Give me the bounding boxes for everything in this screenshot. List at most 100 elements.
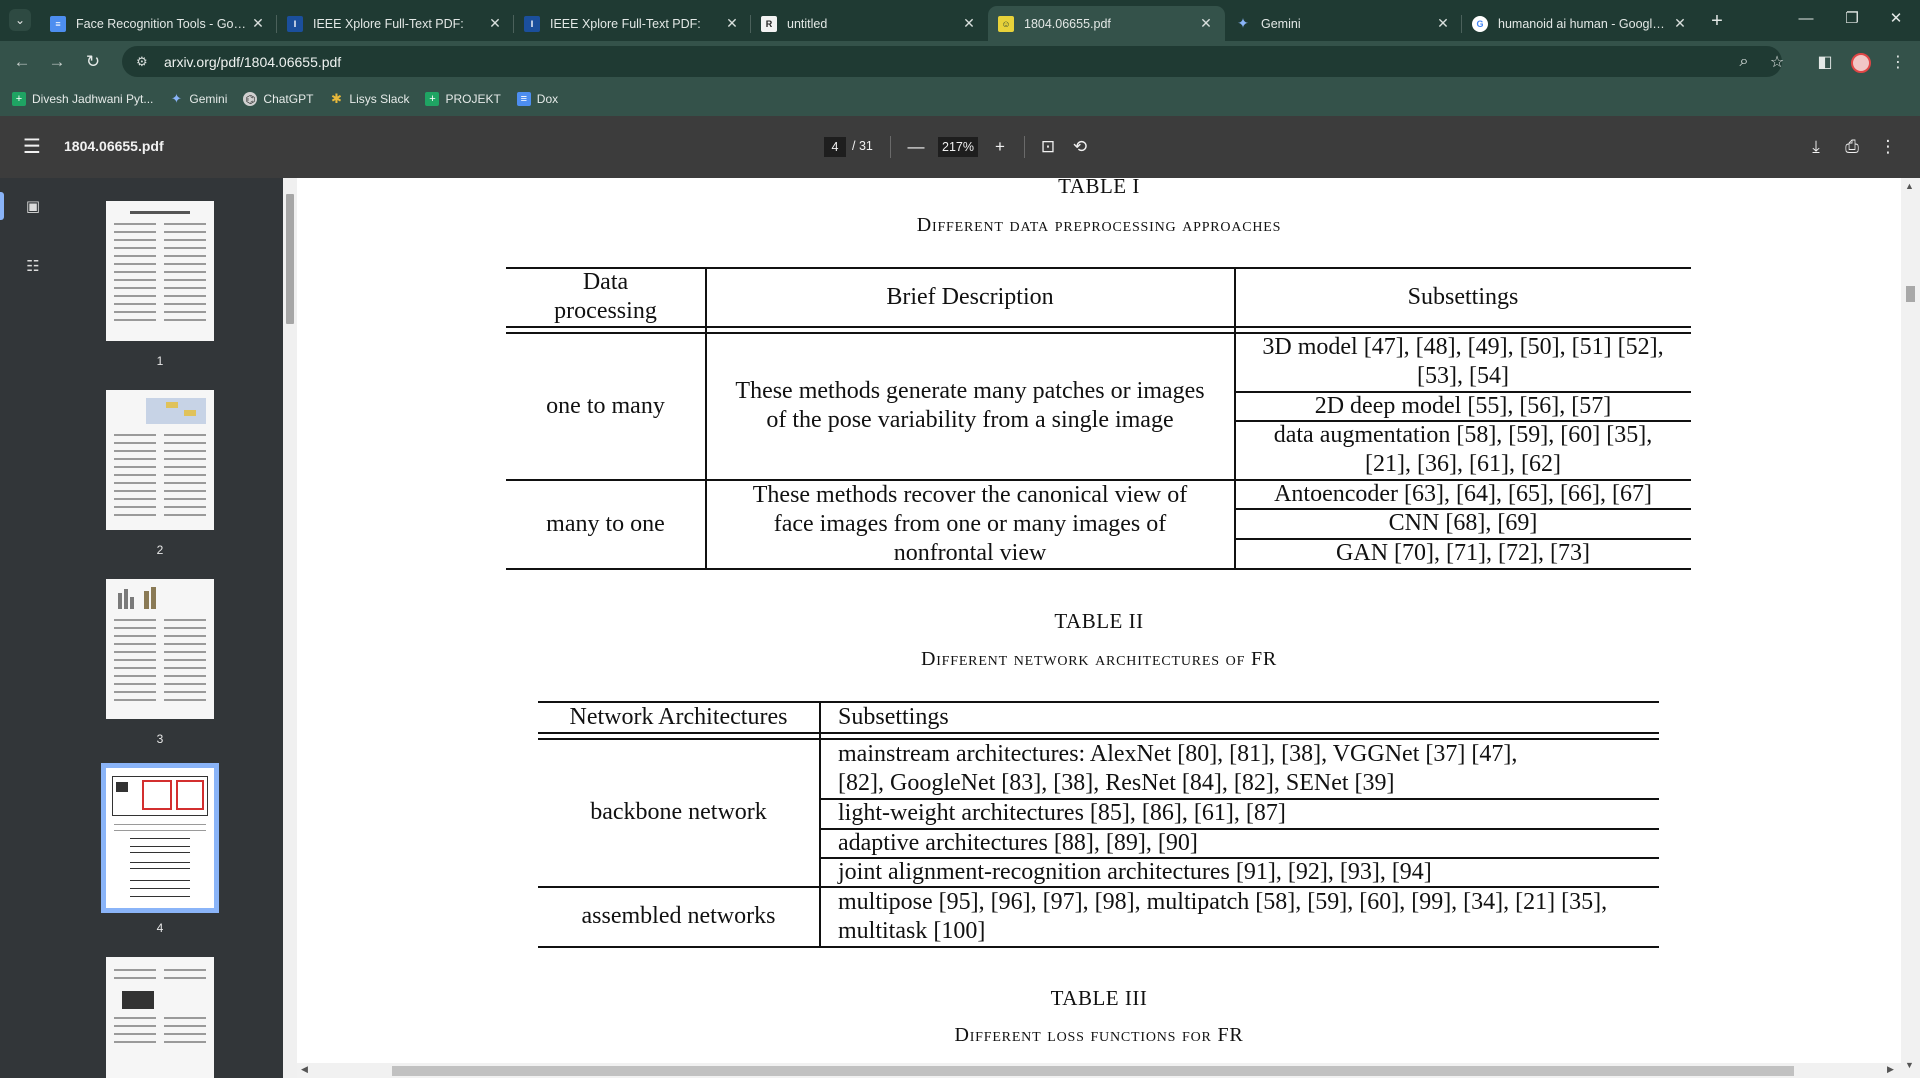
- close-icon[interactable]: ✕: [723, 15, 741, 33]
- page-thumbnail-4-selected[interactable]: [101, 763, 219, 913]
- magnifier-icon: ⌕: [1739, 53, 1749, 70]
- tab-ieee-xplore-1[interactable]: I IEEE Xplore Full-Text PDF: ✕: [277, 6, 514, 41]
- tab-strip: ⌄ ≡ Face Recognition Tools - Googl ✕ I I…: [0, 0, 1920, 41]
- bookmark-divesh[interactable]: + Divesh Jadhwani Pyt...: [12, 92, 153, 106]
- sidebar-scrollbar[interactable]: [283, 178, 297, 1078]
- page-thumbnail-2[interactable]: [106, 390, 214, 530]
- close-icon[interactable]: ✕: [486, 15, 504, 33]
- bookmark-label: Divesh Jadhwani Pyt...: [32, 92, 154, 106]
- bookmark-dox[interactable]: ≡ Dox: [516, 92, 559, 106]
- table-2-header-subsettings: Subsettings: [838, 703, 949, 730]
- url-text: arxiv.org/pdf/1804.06655.pdf: [164, 53, 342, 70]
- gemini-icon: ✦: [170, 91, 182, 106]
- table-1-row-1-subsetting-1: 3D model [47], [48], [49], [50], [51] [5…: [1262, 334, 1664, 389]
- close-window-button[interactable]: ✕: [1870, 0, 1920, 36]
- thumbnail-label: 2: [156, 543, 164, 557]
- zoom-indicator-button[interactable]: ⌕: [1730, 48, 1758, 76]
- table-3-caption: TABLE III: [1050, 986, 1148, 1010]
- sidebar-toggle-button[interactable]: ☰: [20, 134, 44, 158]
- print-button[interactable]: ⎙: [1838, 133, 1866, 161]
- ieee-icon: I: [287, 15, 303, 32]
- table-1-row-1-category: one to many: [546, 392, 665, 419]
- restore-icon: ❐: [1845, 10, 1859, 27]
- bookmark-projekt[interactable]: + PROJEKT: [425, 92, 501, 106]
- bookmark-label: Dox: [536, 92, 559, 106]
- scroll-right-arrow-icon[interactable]: ▶: [1887, 1064, 1894, 1075]
- new-tab-button[interactable]: +: [1704, 8, 1730, 34]
- tab-ieee-xplore-2[interactable]: I IEEE Xplore Full-Text PDF: ✕: [514, 6, 751, 41]
- close-icon[interactable]: ✕: [1671, 15, 1689, 33]
- forward-button[interactable]: →: [43, 48, 71, 76]
- bookmark-gemini[interactable]: ✦ Gemini: [169, 91, 227, 106]
- tab-face-recognition-tools[interactable]: ≡ Face Recognition Tools - Googl ✕: [40, 6, 277, 41]
- bookmark-star-button[interactable]: ☆: [1763, 48, 1791, 76]
- thumbnail-icon: ▣: [25, 198, 41, 215]
- outline-tab[interactable]: ☷: [0, 246, 66, 286]
- minimize-button[interactable]: —: [1780, 0, 1832, 36]
- bookmark-chatgpt[interactable]: ⌬ ChatGPT: [243, 92, 313, 106]
- fit-to-page-button[interactable]: ⊡: [1034, 133, 1062, 161]
- page-thumbnail-1[interactable]: [106, 201, 214, 341]
- download-button[interactable]: ⤓: [1802, 133, 1830, 161]
- bookmark-label: PROJEKT: [445, 92, 501, 106]
- page-thumbnail-3[interactable]: [106, 579, 214, 719]
- arrow-right-icon: →: [48, 52, 66, 71]
- close-icon[interactable]: ✕: [1434, 15, 1452, 33]
- vertical-scroll-thumb[interactable]: [1906, 286, 1915, 302]
- table-1-header-subsettings: Subsettings: [1407, 283, 1519, 310]
- thumbnail-label: 3: [156, 732, 164, 746]
- thumbnails-tab[interactable]: ▣: [0, 186, 66, 226]
- tab-title: Face Recognition Tools - Googl: [76, 16, 249, 31]
- tab-google-search[interactable]: G humanoid ai human - Google S ✕: [1462, 6, 1699, 41]
- tab-untitled[interactable]: R untitled ✕: [751, 6, 988, 41]
- scroll-down-arrow-icon[interactable]: ▼: [1905, 1060, 1914, 1070]
- page-thumbnail-5[interactable]: [106, 957, 214, 1078]
- pdf-page-4: TABLE I Different data preprocessing app…: [297, 178, 1901, 1063]
- close-icon[interactable]: ✕: [1197, 15, 1215, 33]
- r-icon: R: [761, 15, 777, 32]
- docs-icon: ≡: [516, 92, 531, 106]
- zoom-level-input[interactable]: [938, 137, 978, 157]
- minus-icon: —: [907, 137, 925, 156]
- browser-menu-button[interactable]: ⋮: [1884, 48, 1912, 76]
- close-icon[interactable]: ✕: [960, 15, 978, 33]
- scroll-up-arrow-icon[interactable]: ▲: [1905, 181, 1914, 191]
- address-bar[interactable]: ⚙ arxiv.org/pdf/1804.06655.pdf: [122, 46, 1782, 77]
- gemini-icon: ✦: [1237, 15, 1249, 31]
- page-number-input[interactable]: [824, 137, 846, 157]
- rotate-button[interactable]: ⟲: [1066, 133, 1094, 161]
- table-1-row-2-description: These methods recover the canonical view…: [752, 481, 1188, 566]
- bookmark-lisys-slack[interactable]: ✱ Lisys Slack: [329, 91, 409, 106]
- zoom-in-button[interactable]: +: [986, 133, 1014, 161]
- document-horizontal-scrollbar[interactable]: ◀ ▶: [297, 1063, 1901, 1078]
- table-1-row-1-description: These methods generate many patches or i…: [735, 378, 1205, 433]
- star-icon: ☆: [1769, 54, 1785, 71]
- horizontal-scroll-thumb[interactable]: [392, 1066, 1794, 1076]
- close-icon[interactable]: ✕: [249, 15, 267, 33]
- back-button[interactable]: ←: [8, 48, 36, 76]
- thumbnail-label: 1: [156, 354, 164, 368]
- side-panel-button[interactable]: ◧: [1811, 48, 1839, 76]
- scroll-left-arrow-icon[interactable]: ◀: [301, 1064, 308, 1075]
- pdf-more-actions-button[interactable]: ⋮: [1874, 133, 1902, 161]
- pdf-sidebar: ▣ ☷ 1 2 3 4: [0, 178, 283, 1078]
- table-1-header-data-processing: Data processing: [554, 269, 657, 324]
- reload-button[interactable]: ↻: [79, 48, 107, 76]
- google-icon: G: [1472, 15, 1488, 32]
- table-1-row-2-category: many to one: [546, 510, 665, 537]
- table-1-caption: TABLE I: [1058, 178, 1140, 198]
- table-1-row-2-subsetting-1: Antoencoder [63], [64], [65], [66], [67]: [1274, 480, 1652, 507]
- profile-avatar[interactable]: [1851, 53, 1871, 73]
- document-vertical-scrollbar[interactable]: ▲ ▼: [1901, 178, 1920, 1078]
- tab-gemini[interactable]: ✦ Gemini ✕: [1225, 6, 1462, 41]
- browser-toolbar: ← → ↻ ⚙ arxiv.org/pdf/1804.06655.pdf ⌕ ☆…: [0, 41, 1920, 82]
- table-2-row-1-category: backbone network: [590, 799, 767, 825]
- table-1-subtitle: Different data preprocessing approaches: [916, 214, 1282, 236]
- tab-search-button[interactable]: ⌄: [9, 9, 31, 31]
- zoom-out-button[interactable]: —: [902, 133, 930, 161]
- sheets-icon: +: [425, 92, 440, 106]
- rotate-icon: ⟲: [1072, 137, 1088, 156]
- site-settings-icon[interactable]: ⚙: [136, 54, 152, 70]
- tab-pdf-active[interactable]: ☺ 1804.06655.pdf ✕: [988, 6, 1225, 41]
- pdf-document-area[interactable]: TABLE I Different data preprocessing app…: [283, 178, 1920, 1078]
